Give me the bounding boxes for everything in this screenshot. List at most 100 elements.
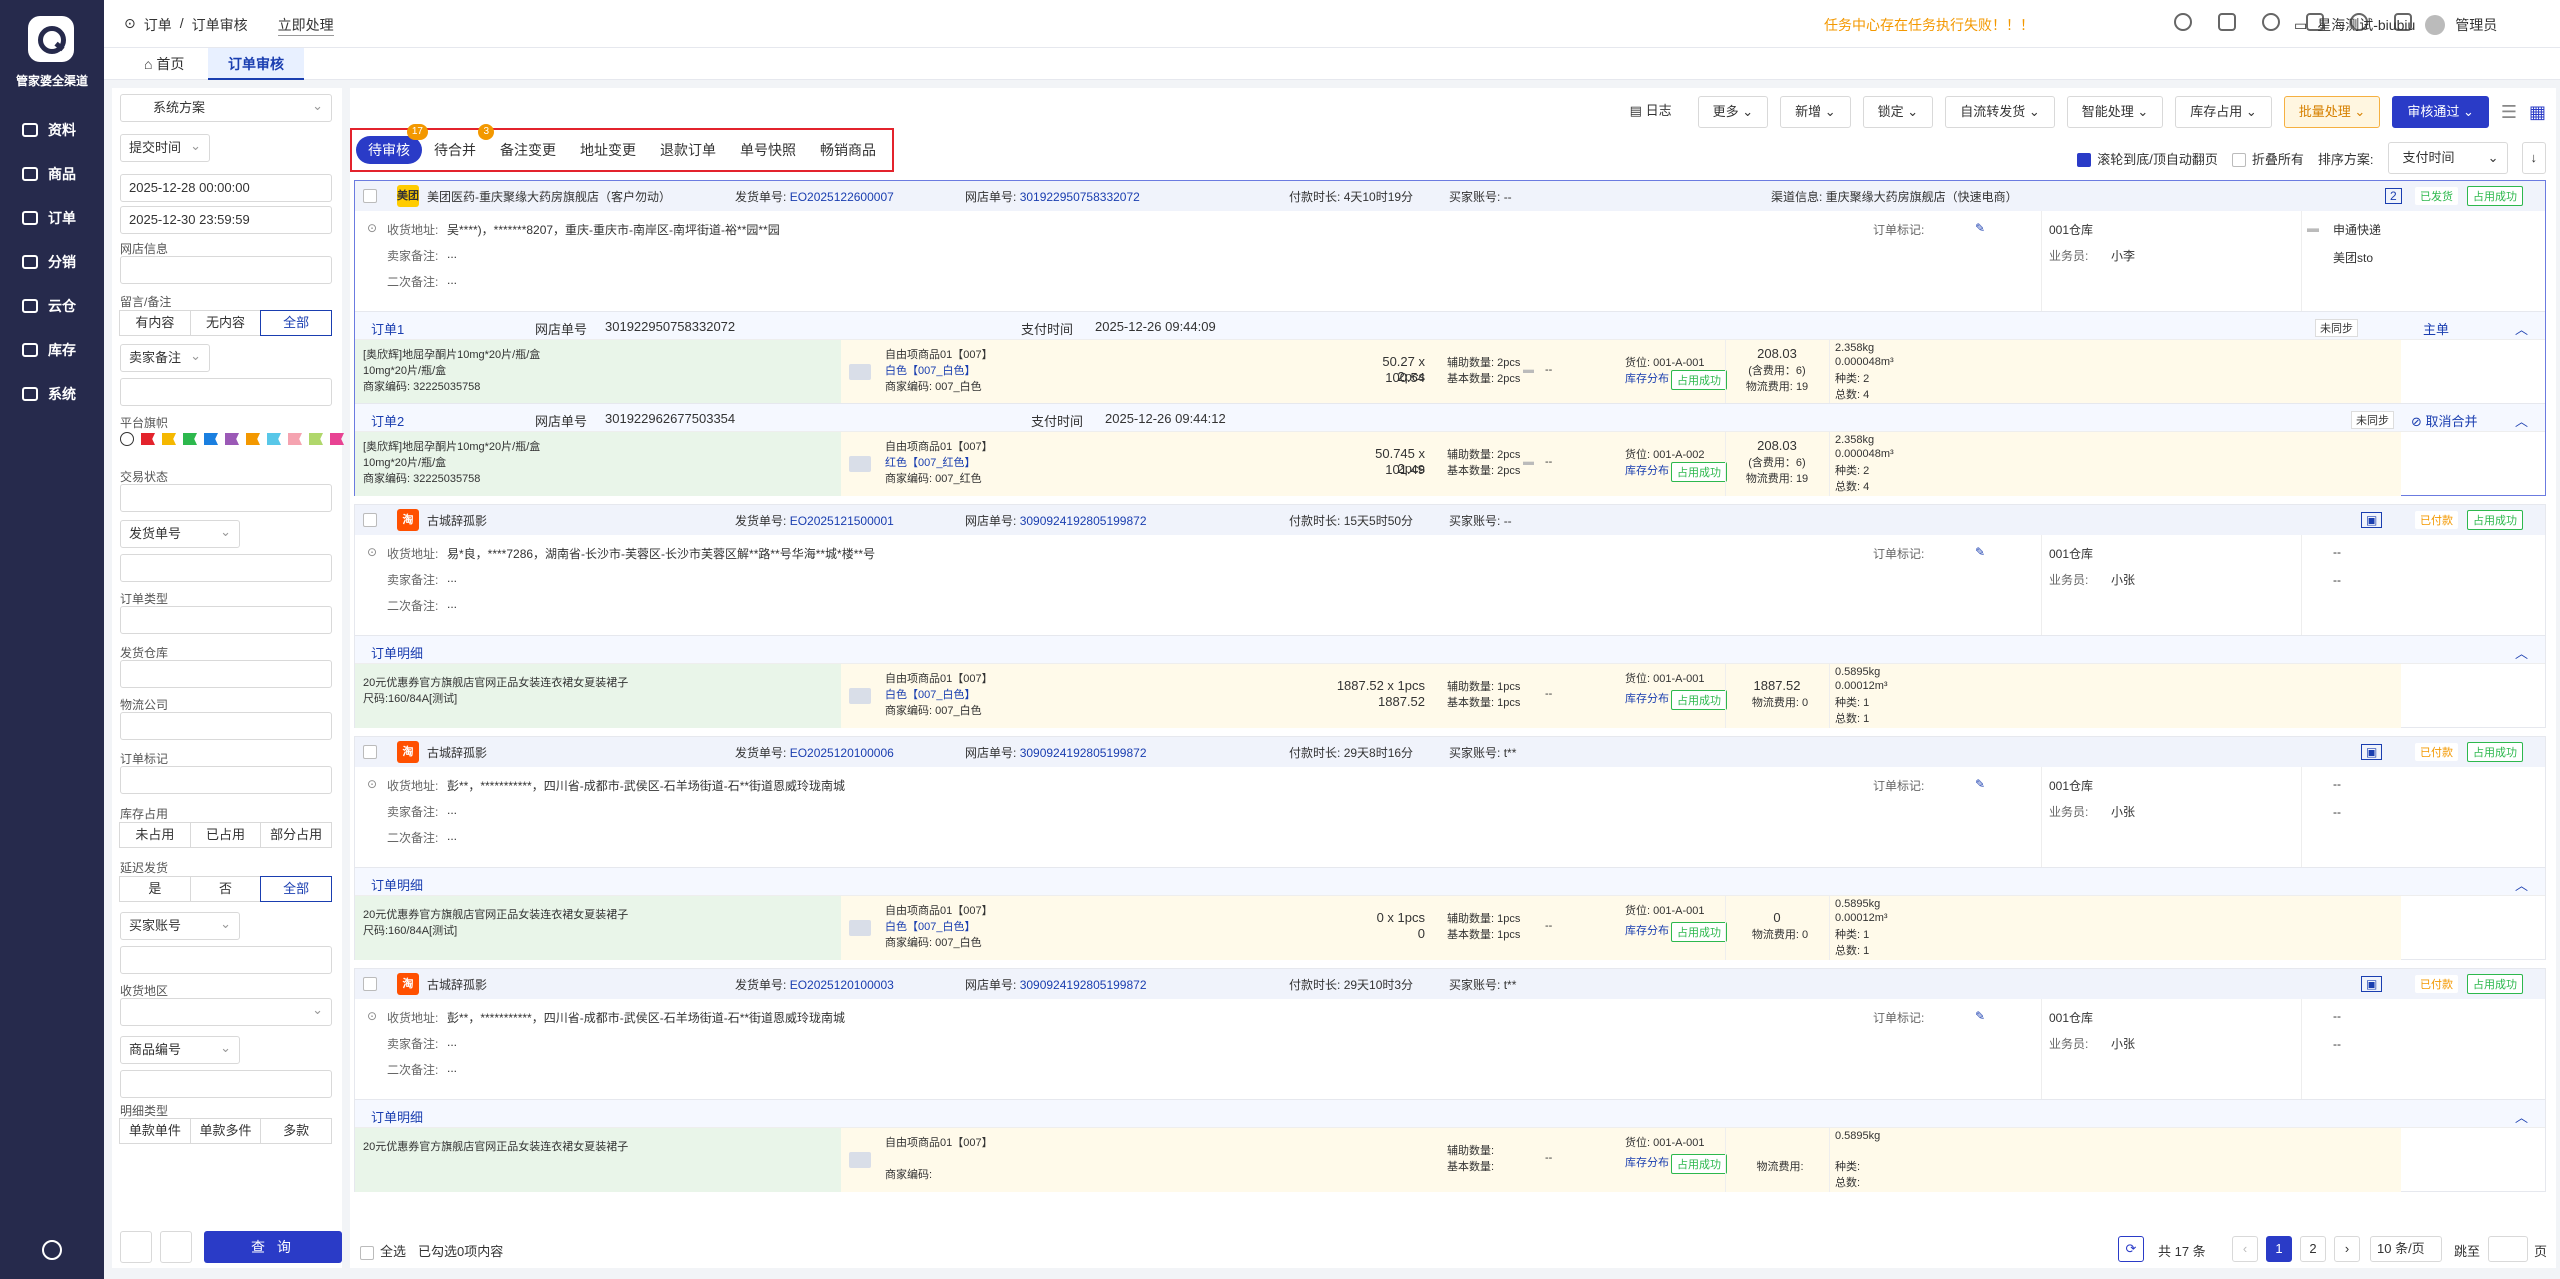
seller-remark-input[interactable] [120, 378, 332, 406]
net-no-link[interactable]: 301922950758332072 [1020, 190, 1140, 204]
ship-no-link[interactable]: EO2025122600007 [790, 190, 894, 204]
stock-distribution-link[interactable]: 库存分布 [1625, 922, 1669, 938]
nav-item-goods[interactable]: 商品 [22, 162, 76, 186]
trade-status-input[interactable] [120, 484, 332, 512]
tab-address-change[interactable]: 地址变更 [568, 136, 648, 164]
ship-no-select[interactable]: 发货单号 [120, 519, 240, 548]
order-card[interactable]: 淘 古城辞孤影 发货单号: EO2025121500001 网店单号: 3090… [354, 504, 2546, 728]
query-button[interactable]: 查 询 [204, 1231, 342, 1263]
order-card[interactable]: 淘 古城辞孤影 发货单号: EO2025120100006 网店单号: 3090… [354, 736, 2546, 960]
stock-distribution-link[interactable]: 库存分布 [1625, 462, 1669, 478]
detail-opt-single[interactable]: 单款单件 [119, 1118, 191, 1144]
chevron-up-icon[interactable]: ︿ [2515, 875, 2528, 894]
flag-icon[interactable] [330, 433, 344, 445]
warehouse-input[interactable] [120, 660, 332, 688]
sort-direction-button[interactable]: ↓ [2521, 142, 2546, 174]
font-size-icon[interactable] [2218, 13, 2236, 31]
net-no-link[interactable]: 3090924192805199872 [1020, 514, 1147, 528]
nav-item-data[interactable]: 资料 [22, 118, 76, 142]
scheme-select[interactable]: 系统方案 [120, 93, 332, 122]
headset-icon[interactable] [2262, 13, 2280, 31]
stock-distribution-link[interactable]: 库存分布 [1625, 1154, 1669, 1170]
stock-opt-none[interactable]: 未占用 [119, 822, 191, 848]
stock-distribution-link[interactable]: 库存分布 [1625, 690, 1669, 706]
settings-gear-icon[interactable] [42, 1240, 62, 1260]
order-checkbox[interactable] [363, 513, 377, 527]
tab-refund[interactable]: 退款订单 [648, 136, 728, 164]
flag-icon[interactable] [141, 433, 155, 445]
order-card[interactable]: 淘 古城辞孤影 发货单号: EO2025120100003 网店单号: 3090… [354, 968, 2546, 1192]
stock-distribution-link[interactable]: 库存分布 [1625, 370, 1669, 386]
card-view-icon[interactable]: ▦ [2529, 102, 2546, 123]
sort-select[interactable]: 支付时间 ⌄ [2387, 142, 2508, 174]
flag-icon[interactable] [183, 433, 197, 445]
buyer-account-input[interactable] [120, 946, 332, 974]
edit-icon[interactable]: ✎ [1975, 1009, 1985, 1023]
page-1[interactable]: 1 [2266, 1236, 2292, 1262]
detail-opt-multi[interactable]: 单款多件 [189, 1118, 262, 1144]
no-flag-icon[interactable] [120, 432, 134, 446]
stock-segment[interactable]: 未占用 已占用 部分占用 [119, 822, 333, 848]
edit-icon[interactable]: ✎ [1975, 777, 1985, 791]
remark-opt-has[interactable]: 有内容 [119, 310, 191, 336]
delay-opt-all[interactable]: 全部 [260, 876, 333, 902]
seller-remark-select[interactable]: 卖家备注 [120, 343, 210, 372]
user-menu[interactable]: ▭ 星海测试-biubiu 管理员 [2294, 15, 2497, 35]
order-checkbox[interactable] [363, 745, 377, 759]
flag-icon[interactable] [246, 433, 260, 445]
order-checkbox[interactable] [363, 977, 377, 991]
nav-item-stock[interactable]: 库存 [22, 338, 76, 362]
flag-icon[interactable] [225, 433, 239, 445]
remark-segment[interactable]: 有内容 无内容 全部 [119, 310, 333, 336]
tab-remark-change[interactable]: 备注变更 [488, 136, 568, 164]
ship-no-link[interactable]: EO2025120100006 [790, 746, 894, 760]
shop-input[interactable] [120, 256, 332, 284]
detail-opt-many[interactable]: 多款 [260, 1118, 333, 1144]
flag-icon[interactable] [267, 433, 281, 445]
edit-icon[interactable]: ✎ [1975, 221, 1985, 235]
batch-process-button[interactable]: 批量处理 ⌄ [2283, 96, 2381, 128]
per-page-select[interactable]: 10 条/页 [2370, 1236, 2442, 1262]
smart-process-button[interactable]: 智能处理 ⌄ [2066, 96, 2164, 128]
fold-all-toggle[interactable]: 折叠所有 [2231, 149, 2304, 168]
net-no-link[interactable]: 3090924192805199872 [1020, 746, 1147, 760]
log-button[interactable]: ▤ 日志 [1615, 96, 1686, 128]
remark-opt-none[interactable]: 无内容 [189, 310, 262, 336]
region-select[interactable] [120, 997, 332, 1026]
chevron-up-icon[interactable]: ︿ [2515, 643, 2528, 662]
ship-no-link[interactable]: EO2025120100003 [790, 978, 894, 992]
ship-no-input[interactable] [120, 554, 332, 582]
tab-home[interactable]: ⌂ 首页 [124, 48, 204, 80]
flag-icon[interactable] [204, 433, 218, 445]
order-checkbox[interactable] [363, 189, 377, 203]
edit-icon[interactable]: ✎ [1975, 545, 1985, 559]
goto-input[interactable] [2488, 1236, 2528, 1262]
print-icon[interactable] [120, 1231, 152, 1263]
tab-pending-audit[interactable]: 待审核 17 [356, 124, 428, 164]
tab-bestseller[interactable]: 畅销商品 [808, 136, 888, 164]
tab-snapshot[interactable]: 单号快照 [728, 136, 808, 164]
flag-icon[interactable] [162, 433, 176, 445]
detail-type-segment[interactable]: 单款单件 单款多件 多款 [119, 1118, 333, 1144]
nav-item-system[interactable]: 系统 [22, 382, 76, 406]
prev-page-button[interactable]: ‹ [2232, 1236, 2258, 1262]
logistics-input[interactable] [120, 712, 332, 740]
task-warning[interactable]: 任务中心存在任务执行失败！！！ [1824, 15, 2034, 35]
more-button[interactable]: 更多 ⌄ [1697, 96, 1769, 128]
chevron-up-icon[interactable]: ︿ [2515, 319, 2528, 338]
order-type-input[interactable] [120, 606, 332, 634]
stock-occupy-button[interactable]: 库存占用 ⌄ [2175, 96, 2272, 128]
auto-ship-button[interactable]: 自流转发货 ⌄ [1945, 96, 2055, 128]
goods-no-input[interactable] [120, 1070, 332, 1098]
buyer-account-select[interactable]: 买家账号 [120, 911, 240, 940]
flag-icon[interactable] [309, 433, 323, 445]
tab-pending-merge[interactable]: 待合并 3 [422, 124, 494, 164]
stock-opt-partial[interactable]: 部分占用 [260, 822, 333, 848]
list-view-icon[interactable]: ☰ [2501, 102, 2517, 123]
delay-opt-yes[interactable]: 是 [119, 876, 191, 902]
net-no-link[interactable]: 3090924192805199872 [1020, 978, 1147, 992]
refresh-list-icon[interactable]: ⟳ [2118, 1236, 2144, 1262]
chevron-up-icon[interactable]: ︿ [2515, 411, 2528, 430]
flag-picker[interactable] [120, 432, 344, 446]
nav-item-distribution[interactable]: 分销 [22, 250, 76, 274]
